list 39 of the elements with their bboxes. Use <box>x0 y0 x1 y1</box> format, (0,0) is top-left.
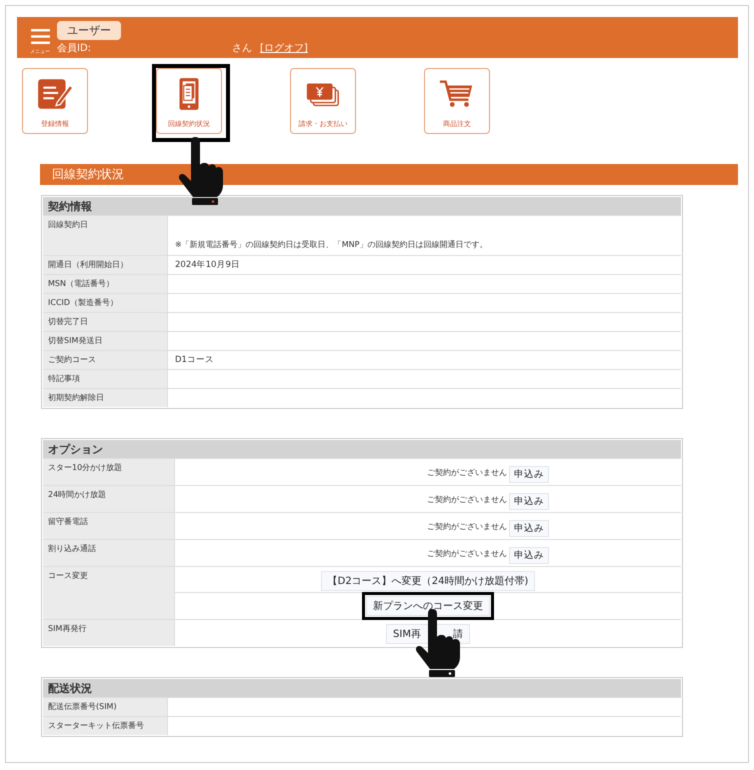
row-label: スター10分かけ放題 <box>43 459 175 485</box>
row-label: 切替完了日 <box>43 313 168 331</box>
action-button[interactable]: 新プランへのコース変更 <box>366 596 490 616</box>
row-label: 回線契約日 <box>43 216 168 255</box>
row-label: 初期契約解除日 <box>43 389 168 407</box>
row-label: ご契約コース <box>43 351 168 369</box>
section-title: 回線契約状況 <box>52 166 124 183</box>
action-button[interactable]: 申込み <box>509 520 549 536</box>
member-id-label: 会員ID: <box>57 42 92 55</box>
row-label: 切替SIM発送日 <box>43 332 168 350</box>
row-value-cell-text: 2024年10月9日 <box>174 259 241 272</box>
action-button[interactable]: 申込み <box>509 546 549 564</box>
status-text: ご契約がございません <box>427 494 507 504</box>
honorific: さん <box>232 42 252 55</box>
row-label: 24時間かけ放題 <box>43 486 175 512</box>
status-text: ご契約がございません <box>427 520 507 532</box>
action-button[interactable]: 【D2コース】へ変更（24時間かけ放題付帯) <box>320 570 536 590</box>
row-label: ICCID（製造番号） <box>43 294 168 312</box>
status-text: ご契約がございません <box>427 466 507 478</box>
panel-title: 契約情報 <box>48 198 92 214</box>
action-button[interactable]: 申込み <box>509 466 549 482</box>
row-label: コース変更 <box>43 567 175 619</box>
row-label: 特記事項 <box>43 370 168 388</box>
document-pen-icon <box>36 77 74 111</box>
status-text: ご契約がございません <box>427 548 507 558</box>
panel-title: オプション <box>48 442 103 456</box>
user-badge: ユーザー <box>57 21 121 40</box>
row-label: MSN（電話番号） <box>43 275 168 293</box>
row-label: 留守番電話 <box>43 513 175 539</box>
row-label: 開通日（利用開始日） <box>43 256 168 274</box>
menu-icon[interactable] <box>30 29 50 44</box>
row-value-cell-text: ※「新規電話番号」の回線契約日は受取日、「MNP」の回線契約日は回線開通日です。 <box>174 239 488 251</box>
row-label: 割り込み通話 <box>43 540 175 566</box>
row-label: スターターキット伝票番号 <box>43 717 168 735</box>
panel-title: 配送状況 <box>48 680 92 696</box>
row-value-cell-text: D1コース <box>174 354 215 367</box>
row-label: SIM再発行 <box>43 620 175 646</box>
action-button[interactable]: 申込み <box>509 492 549 510</box>
row-label: 配送伝票番号(SIM) <box>43 698 168 716</box>
